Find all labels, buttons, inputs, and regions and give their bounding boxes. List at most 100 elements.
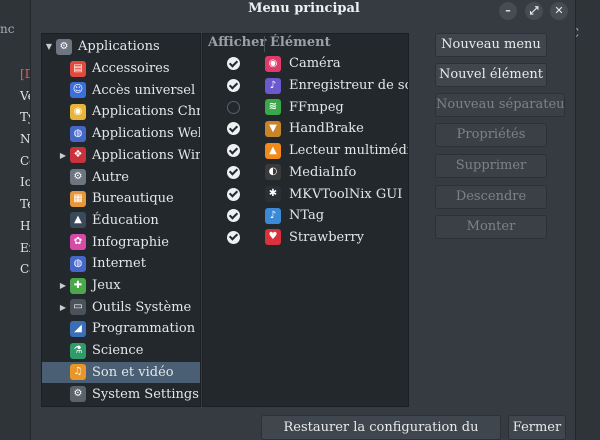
show-checkbox[interactable] bbox=[227, 209, 240, 223]
show-checkbox[interactable] bbox=[227, 144, 240, 158]
show-checkbox[interactable] bbox=[227, 57, 240, 71]
tree-item[interactable]: ▶ ▭ Outils Système bbox=[42, 296, 200, 318]
show-checkbox[interactable] bbox=[227, 230, 240, 244]
accessibility-icon: ☺ bbox=[70, 82, 86, 99]
list-item[interactable]: ▼ HandBrake bbox=[203, 118, 408, 140]
close-button[interactable]: Fermer bbox=[508, 415, 566, 440]
wine-icon: ❖ bbox=[70, 147, 86, 164]
list-item[interactable]: ≋ FFmpeg bbox=[203, 96, 408, 118]
handbrake-icon: ▼ bbox=[265, 120, 281, 137]
item-label: MKVToolNix GUI bbox=[289, 186, 403, 202]
column-header-show[interactable]: Afficher bbox=[208, 35, 266, 50]
show-checkbox[interactable] bbox=[227, 165, 240, 179]
show-checkbox[interactable] bbox=[227, 187, 240, 201]
tree-item[interactable]: ◢ Programmation bbox=[42, 318, 200, 340]
tree-item[interactable]: ⚙ Autre bbox=[42, 166, 200, 188]
restore-system-config-button[interactable]: Restaurer la configuration du système bbox=[261, 415, 501, 440]
move-up-button[interactable]: Monter bbox=[435, 215, 547, 239]
list-item[interactable]: ♥ Strawberry bbox=[203, 227, 408, 249]
tree-item-label: Applications Web bbox=[92, 126, 201, 142]
background-title-fragment: nc bbox=[0, 22, 15, 36]
vlc-icon: ▲ bbox=[265, 142, 281, 159]
tree-item-label: Son et vidéo bbox=[92, 364, 174, 380]
accessories-icon: ▤ bbox=[70, 60, 86, 77]
programming-icon: ◢ bbox=[70, 320, 86, 337]
main-menu-dialog: Menu principal – ⤢ ✕ ▼ ⚙ Applications ▤ Acce… bbox=[30, 0, 576, 440]
item-label: HandBrake bbox=[289, 121, 364, 137]
close-window-button[interactable]: ✕ bbox=[550, 2, 568, 20]
tree-item[interactable]: ▶ ✚ Jeux bbox=[42, 275, 200, 297]
tree-item[interactable]: ▶❖ Applications Windows bbox=[42, 145, 200, 167]
tree-item[interactable]: ⚗ Science bbox=[42, 340, 200, 362]
internet-icon: ◍ bbox=[70, 255, 86, 272]
show-checkbox[interactable] bbox=[227, 100, 240, 114]
column-separator bbox=[264, 36, 265, 52]
item-label: Strawberry bbox=[289, 229, 365, 245]
tree-item-label: Bureautique bbox=[92, 191, 174, 207]
item-label: Lecteur multimédia VLC bbox=[289, 143, 408, 159]
sound-video-icon: ♫ bbox=[70, 364, 86, 381]
tree-item[interactable]: ☺ Accès universel bbox=[42, 79, 200, 101]
expander-arrow-icon[interactable]: ▶ bbox=[56, 151, 70, 160]
move-down-button[interactable]: Descendre bbox=[435, 185, 547, 209]
tree-item[interactable]: ◍ Internet bbox=[42, 253, 200, 275]
tree-item-label: Infographie bbox=[92, 234, 169, 250]
item-label: Caméra bbox=[289, 56, 341, 72]
tree-item-label: Accès universel bbox=[92, 82, 196, 98]
ffmpeg-icon: ≋ bbox=[265, 99, 281, 116]
new-separator-button[interactable]: Nouveau séparateur bbox=[435, 93, 565, 117]
expander-arrow-icon[interactable]: ▼ bbox=[42, 42, 56, 51]
show-checkbox[interactable] bbox=[227, 79, 240, 93]
item-list-header: Afficher Élément bbox=[203, 34, 408, 54]
tree-item[interactable]: ▼ ⚙ Applications bbox=[42, 36, 200, 58]
tree-item-label: System Settings bbox=[92, 386, 199, 402]
tree-item[interactable]: ◍ Applications Web bbox=[42, 123, 201, 145]
mkvtoolnix-icon: ✱ bbox=[265, 186, 281, 203]
category-tree[interactable]: ▼ ⚙ Applications ▤ Accessoires ☺ Accès univers… bbox=[41, 33, 201, 407]
tree-item[interactable]: ▤ Accessoires bbox=[42, 58, 200, 80]
tree-item-label: Outils Système bbox=[92, 299, 192, 315]
microphone-icon: ♪ bbox=[265, 77, 281, 94]
properties-button[interactable]: Propriétés bbox=[435, 123, 547, 147]
tree-item[interactable]: ✿ Infographie bbox=[42, 231, 200, 253]
other-icon: ⚙ bbox=[70, 169, 86, 186]
list-item[interactable]: ▲ Lecteur multimédia VLC bbox=[203, 140, 408, 162]
maximize-button[interactable]: ⤢ bbox=[525, 2, 543, 20]
list-item[interactable]: ♪ Enregistreur de sons bbox=[203, 75, 408, 97]
ntag-icon: ♪ bbox=[265, 207, 281, 224]
tree-item[interactable]: ◉ Applications Chrome bbox=[42, 101, 201, 123]
titlebar: Menu principal – ⤢ ✕ bbox=[31, 0, 577, 20]
mediainfo-icon: ◐ bbox=[265, 164, 281, 181]
expander-arrow-icon[interactable]: ▶ bbox=[56, 303, 70, 312]
globe-icon: ◍ bbox=[70, 125, 86, 142]
list-item[interactable]: ✱ MKVToolNix GUI bbox=[203, 183, 408, 205]
tree-item-label: Applications Chrome bbox=[92, 104, 201, 120]
new-menu-button[interactable]: Nouveau menu bbox=[435, 33, 547, 57]
tree-item[interactable]: ▲ Éducation bbox=[42, 210, 200, 232]
list-item[interactable]: ◉ Caméra bbox=[203, 53, 408, 75]
chrome-icon: ◉ bbox=[70, 103, 86, 120]
minimize-button[interactable]: – bbox=[499, 2, 517, 20]
new-item-button[interactable]: Nouvel élément bbox=[435, 63, 547, 87]
dialog-title: Menu principal bbox=[248, 1, 360, 16]
games-icon: ✚ bbox=[70, 277, 86, 294]
tree-item[interactable]: ♫ Son et vidéo bbox=[42, 361, 200, 384]
tree-item-label: Autre bbox=[92, 169, 129, 185]
item-label: MediaInfo bbox=[289, 164, 357, 180]
tree-item[interactable]: ▦ Bureautique bbox=[42, 188, 200, 210]
list-item[interactable]: ♪ NTag bbox=[203, 205, 408, 227]
tree-item-label: Internet bbox=[92, 256, 146, 272]
list-item[interactable]: ◐ MediaInfo bbox=[203, 162, 408, 184]
column-header-item[interactable]: Élément bbox=[270, 35, 331, 50]
graphics-icon: ✿ bbox=[70, 234, 86, 251]
tree-item-label: Jeux bbox=[92, 278, 121, 294]
show-checkbox[interactable] bbox=[227, 122, 240, 136]
expander-arrow-icon[interactable]: ▶ bbox=[56, 281, 70, 290]
item-list[interactable]: Afficher Élément ◉ Caméra ♪ Enregistreur de… bbox=[202, 33, 409, 407]
tree-item[interactable]: ⚙ System Settings bbox=[42, 383, 200, 405]
system-tools-icon: ▭ bbox=[70, 299, 86, 316]
tree-item-label: Éducation bbox=[92, 212, 159, 228]
tree-item-label: Accessoires bbox=[92, 61, 170, 77]
delete-button[interactable]: Supprimer bbox=[435, 154, 547, 178]
strawberry-icon: ♥ bbox=[265, 229, 281, 246]
